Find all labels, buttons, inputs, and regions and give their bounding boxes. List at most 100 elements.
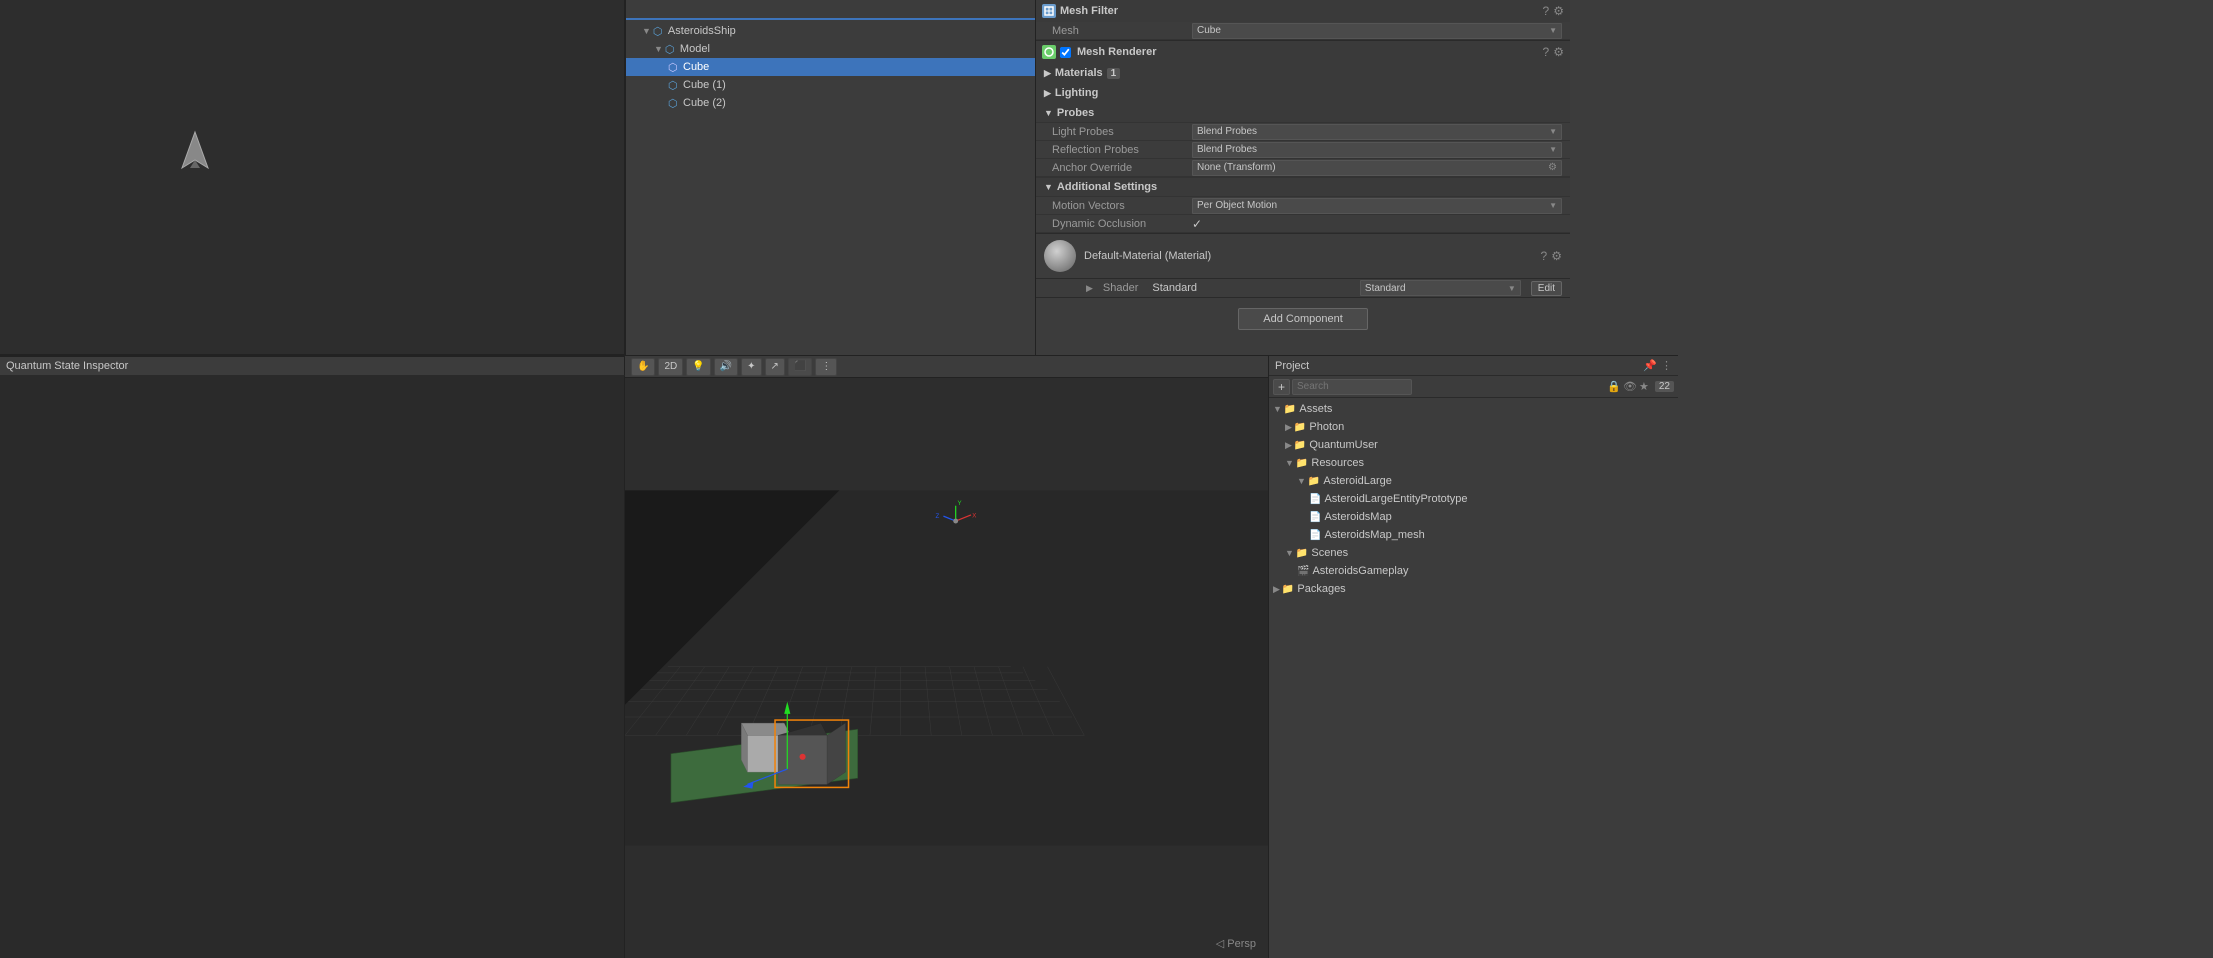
- file-icon: 📄: [1309, 512, 1321, 523]
- tree-item-scenes[interactable]: ▼ 📁 Scenes: [1269, 544, 1678, 562]
- settings-icon[interactable]: ⚙: [1551, 249, 1562, 263]
- viewport-canvas[interactable]: X Y Z ◁ Persp: [625, 378, 1268, 958]
- hierarchy-item-cube2[interactable]: ⬡ Cube (2): [626, 94, 1035, 112]
- edit-shader-button[interactable]: Edit: [1531, 281, 1562, 296]
- scene-icon: 🎬: [1297, 566, 1309, 577]
- hierarchy-panel: ▼ ⬡ AsteroidsShip ▼ ⬡ Model ⬡ Cube: [625, 0, 1035, 355]
- arrow-icon: ▼: [1044, 108, 1053, 118]
- arrow-icon: ▼: [654, 44, 663, 54]
- arrow-icon: ▼: [1285, 458, 1294, 468]
- arrow-icon: ▼: [1273, 404, 1282, 414]
- mesh-renderer-toggle[interactable]: [1060, 47, 1071, 58]
- tree-label: Packages: [1297, 583, 1345, 595]
- help-icon[interactable]: ?: [1543, 45, 1550, 59]
- file-icon: 📄: [1309, 530, 1321, 541]
- tree-item-photon[interactable]: ▶ 📁 Photon: [1269, 418, 1678, 436]
- effects-button[interactable]: ✦: [741, 358, 761, 376]
- help-icon[interactable]: ?: [1543, 4, 1550, 18]
- tree-item-proto[interactable]: 📄 AsteroidLargeEntityPrototype: [1269, 490, 1678, 508]
- tree-item-asteroidsmesh[interactable]: 📄 AsteroidsMap_mesh: [1269, 526, 1678, 544]
- persp-label: ◁ Persp: [1216, 937, 1256, 950]
- materials-section[interactable]: ▶ Materials 1: [1036, 63, 1570, 83]
- folder-icon: 📁: [1296, 458, 1308, 469]
- settings-small-icon[interactable]: ⚙: [1548, 162, 1557, 173]
- lock-icon[interactable]: 🔒: [1607, 380, 1621, 393]
- gameobject-icon: ⬡: [668, 97, 680, 109]
- hierarchy-tab[interactable]: [626, 0, 1035, 20]
- 2d-button[interactable]: 2D: [658, 358, 683, 376]
- mesh-filter-icon: [1042, 4, 1056, 18]
- light-probes-dropdown[interactable]: Blend Probes ▼: [1192, 124, 1562, 140]
- shader-value: Standard: [1152, 282, 1197, 294]
- tree-item-asteroidsgameplay[interactable]: 🎬 AsteroidsGameplay: [1269, 562, 1678, 580]
- tree-item-quantumuser[interactable]: ▶ 📁 QuantumUser: [1269, 436, 1678, 454]
- motion-vectors-dropdown[interactable]: Per Object Motion ▼: [1192, 198, 1562, 214]
- add-asset-button[interactable]: +: [1273, 379, 1290, 395]
- audio-button[interactable]: 🔊: [714, 358, 738, 376]
- move-button[interactable]: ↗: [765, 358, 785, 376]
- material-info: Default-Material (Material): [1084, 250, 1533, 262]
- hierarchy-item-cube[interactable]: ⬡ Cube: [626, 58, 1035, 76]
- light-button[interactable]: 💡: [686, 358, 710, 376]
- add-component-button[interactable]: Add Component: [1238, 308, 1368, 330]
- shader-row: ▶ Shader Standard Standard ▼ Edit: [1036, 279, 1570, 297]
- reflection-probes-value: Blend Probes: [1197, 144, 1257, 155]
- hierarchy-label: AsteroidsShip: [668, 25, 736, 37]
- tree-item-assets[interactable]: ▼ 📁 Assets: [1269, 400, 1678, 418]
- state-inspector-title: Quantum State Inspector: [6, 360, 128, 372]
- arrow-icon: ▼: [1044, 182, 1053, 192]
- hierarchy-tree: ▼ ⬡ AsteroidsShip ▼ ⬡ Model ⬡ Cube: [626, 20, 1035, 355]
- motion-vectors-value: Per Object Motion: [1197, 200, 1277, 211]
- mesh-dropdown[interactable]: Cube ▼: [1192, 23, 1562, 39]
- additional-settings-label: Additional Settings: [1057, 181, 1157, 193]
- viewport-toolbar: ✋ 2D 💡 🔊 ✦ ↗ ⬛ ⋮: [625, 356, 1268, 378]
- hierarchy-item-cube1[interactable]: ⬡ Cube (1): [626, 76, 1035, 94]
- shader-dropdown[interactable]: Standard ▼: [1360, 280, 1521, 296]
- shader-dropdown-value: Standard: [1365, 283, 1406, 294]
- mesh-filter-header[interactable]: Mesh Filter ? ⚙: [1036, 0, 1570, 22]
- tree-label: Resources: [1311, 457, 1364, 469]
- viewport-panel: ✋ 2D 💡 🔊 ✦ ↗ ⬛ ⋮: [625, 355, 1268, 958]
- eye-icon[interactable]: 👁: [1623, 380, 1637, 393]
- anchor-override-dropdown[interactable]: None (Transform) ⚙: [1192, 160, 1562, 176]
- project-title: Project: [1275, 360, 1309, 372]
- mesh-renderer-header[interactable]: Mesh Renderer ? ⚙: [1036, 41, 1570, 63]
- motion-vectors-label: Motion Vectors: [1052, 200, 1192, 212]
- light-probes-label: Light Probes: [1052, 126, 1192, 138]
- mesh-label: Mesh: [1052, 25, 1192, 37]
- arrow-icon: ▼: [1285, 548, 1294, 558]
- more-icon[interactable]: ⋮: [1661, 359, 1672, 372]
- probes-section[interactable]: ▼ Probes: [1036, 103, 1570, 123]
- tree-item-asteroidsmap[interactable]: 📄 AsteroidsMap: [1269, 508, 1678, 526]
- settings-icon[interactable]: ⚙: [1553, 4, 1564, 18]
- star-icon[interactable]: ★: [1639, 380, 1649, 393]
- reflection-probes-dropdown[interactable]: Blend Probes ▼: [1192, 142, 1562, 158]
- pin-icon[interactable]: 📌: [1643, 359, 1657, 372]
- hierarchy-item-model[interactable]: ▼ ⬡ Model: [626, 40, 1035, 58]
- tree-item-resources[interactable]: ▼ 📁 Resources: [1269, 454, 1678, 472]
- hierarchy-item-asteroidsship[interactable]: ▼ ⬡ AsteroidsShip: [626, 22, 1035, 40]
- project-panel-header: Project 📌 ⋮: [1269, 356, 1678, 376]
- tree-item-packages[interactable]: ▶ 📁 Packages: [1269, 580, 1678, 598]
- tree-label: AsteroidLargeEntityPrototype: [1324, 493, 1467, 505]
- mesh-renderer-component: Mesh Renderer ? ⚙ ▶ Materials 1: [1036, 41, 1570, 234]
- light-probes-row: Light Probes Blend Probes ▼: [1036, 123, 1570, 141]
- tree-item-asteroidlarge[interactable]: ▼ 📁 AsteroidLarge: [1269, 472, 1678, 490]
- tree-label: AsteroidsMap: [1324, 511, 1391, 523]
- project-panel: Project 📌 ⋮ + 🔒 👁 ★ 22: [1268, 355, 1678, 958]
- more-button[interactable]: ⋮: [815, 358, 837, 376]
- tree-label: AsteroidsMap_mesh: [1324, 529, 1424, 541]
- project-header-actions: 📌 ⋮: [1643, 359, 1672, 372]
- lighting-section[interactable]: ▶ Lighting: [1036, 83, 1570, 103]
- hand-tool-button[interactable]: ✋: [631, 358, 655, 376]
- gizmos-button[interactable]: ⬛: [788, 358, 812, 376]
- help-icon[interactable]: ?: [1541, 249, 1548, 263]
- gameobject-icon: ⬡: [653, 25, 665, 37]
- chevron-icon: ▼: [1549, 127, 1557, 136]
- anchor-override-row: Anchor Override None (Transform) ⚙: [1036, 159, 1570, 177]
- additional-settings-section[interactable]: ▼ Additional Settings: [1036, 177, 1570, 197]
- project-tree: ▼ 📁 Assets ▶ 📁 Photon ▶ 📁 QuantumUs: [1269, 398, 1678, 958]
- gameobject-icon: ⬡: [665, 43, 677, 55]
- settings-icon[interactable]: ⚙: [1553, 45, 1564, 59]
- project-search-input[interactable]: [1292, 379, 1412, 395]
